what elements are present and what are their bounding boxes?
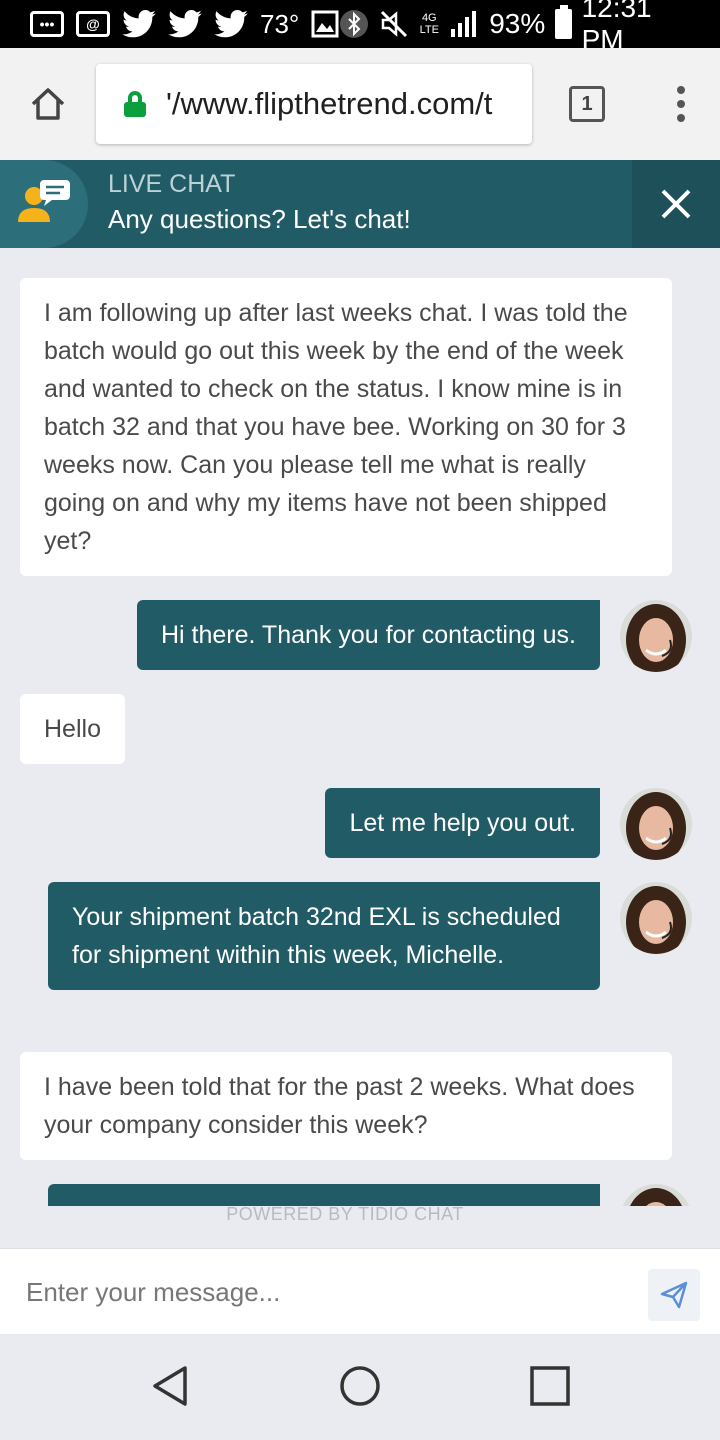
square-recents-icon [530,1366,570,1406]
close-chat-button[interactable] [632,160,720,248]
agent-avatar [620,1184,692,1206]
message-composer [0,1248,720,1335]
visitor-message: I am following up after last weeks chat.… [20,278,672,576]
visitor-message: Hello [20,694,125,764]
browser-toolbar: '/www.flipthetrend.com/t 1 [0,48,720,160]
email-icon: @ [76,11,110,37]
gallery-icon [311,10,339,38]
recents-button[interactable] [528,1364,572,1408]
system-navigation-bar [0,1334,720,1440]
powered-by-label: POWERED BY TIDIO CHAT [226,1204,464,1224]
address-bar[interactable]: '/www.flipthetrend.com/t [96,64,532,144]
mute-icon [379,9,409,39]
twitter-icon [168,10,202,38]
menu-dot [677,86,685,94]
chat-title: LIVE CHAT [108,170,236,198]
temperature: 73° [260,8,300,39]
bluetooth-icon [339,9,369,39]
chat-header[interactable]: LIVE CHAT Any questions? Let's chat! [0,160,720,248]
circle-home-icon [340,1366,380,1406]
agent-message-partial [48,1184,600,1206]
agent-avatar [620,600,692,672]
browser-menu-button[interactable] [642,86,720,122]
tab-switcher-button[interactable]: 1 [532,86,642,122]
home-icon [31,88,65,120]
network-type: 4G LTE [419,12,439,36]
chat-subtitle: Any questions? Let's chat! [108,204,411,234]
more-icon: ••• [30,11,64,37]
visitor-message: I have been told that for the past 2 wee… [20,1052,672,1160]
send-icon [660,1281,688,1309]
chat-agent-icon [0,160,88,248]
signal-icon [449,9,479,39]
status-bar: ••• @ 73° 4G LTE 93% 12:31 PM [0,0,720,55]
lock-icon [124,91,146,117]
home-button[interactable] [0,48,96,160]
menu-dot [677,100,685,108]
back-icon [153,1366,187,1406]
agent-message: Your shipment batch 32nd EXL is schedule… [48,882,600,990]
agent-avatar [620,882,692,954]
twitter-icon [214,10,248,38]
agent-message: Hi there. Thank you for contacting us. [136,600,600,670]
menu-dot [677,114,685,122]
agent-avatar [620,788,692,860]
url-text: '/www.flipthetrend.com/t [166,86,493,121]
battery-icon [555,5,572,39]
close-icon [661,189,691,219]
back-button[interactable] [148,1364,192,1408]
send-button[interactable] [648,1269,700,1321]
battery-percent: 93% [489,8,546,39]
message-input[interactable] [0,1249,640,1335]
twitter-icon [122,10,156,38]
tab-count: 1 [569,86,605,122]
message-list[interactable]: I am following up after last weeks chat.… [0,248,720,1206]
agent-message: Let me help you out. [325,788,600,858]
home-nav-button[interactable] [338,1364,382,1408]
